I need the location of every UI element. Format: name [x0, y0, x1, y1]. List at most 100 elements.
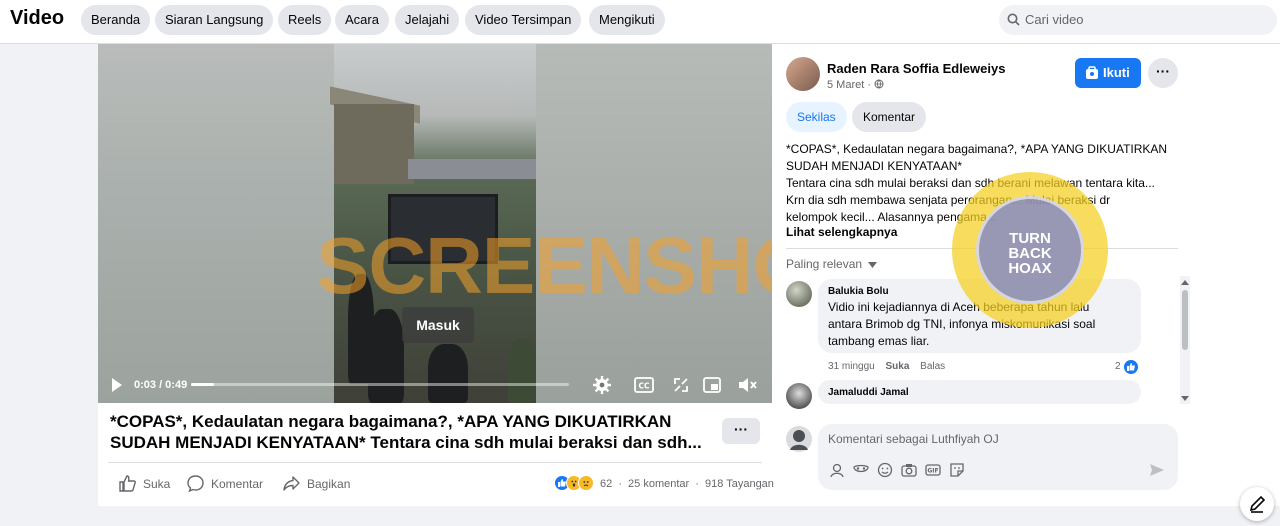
search-icon	[1007, 13, 1020, 26]
settings-icon[interactable]	[593, 376, 611, 394]
comment-input[interactable]: Komentari sebagai Luthfiyah OJ GIF	[818, 424, 1178, 490]
share-icon	[283, 476, 300, 491]
video-controls: 0:03 / 0:49 CC	[98, 370, 772, 400]
seal-line: HOAX	[1008, 260, 1052, 277]
send-icon[interactable]	[1149, 462, 1165, 478]
page-title: Video	[10, 7, 65, 29]
post-more-button[interactable]: ···	[722, 418, 760, 444]
scroll-up-icon[interactable]	[1180, 279, 1190, 285]
comment-like-button[interactable]: Suka	[885, 361, 909, 372]
author-avatar[interactable]	[786, 57, 820, 91]
truck-roof	[408, 159, 536, 179]
comment-meta: 31 minggu Suka Balas	[828, 361, 945, 372]
svg-text:CC: CC	[638, 382, 650, 391]
like-reaction-icon	[1123, 359, 1139, 375]
video-blur-left	[98, 44, 334, 403]
comment-bubble: Jamaluddi Jamal	[818, 380, 1141, 404]
comment-like-count: 2	[1115, 361, 1121, 372]
seal-text: TURN BACK HOAX	[979, 231, 1081, 276]
caret-down-icon	[868, 262, 878, 268]
description-line: SUDAH MENJADI KENYATAAN*	[786, 159, 963, 173]
comment-count[interactable]: 25 komentar	[628, 478, 689, 490]
share-label: Bagikan	[307, 477, 351, 491]
edit-icon	[1249, 495, 1266, 513]
gif-icon[interactable]: GIF	[925, 462, 941, 478]
enter-button[interactable]: Masuk	[402, 307, 474, 343]
new-message-button[interactable]	[1240, 487, 1274, 521]
play-icon[interactable]	[110, 377, 124, 393]
emoji-mask-icon[interactable]	[853, 462, 869, 478]
post-title-line: SUDAH MENJADI KENYATAAN* Tentara cina sd…	[110, 433, 702, 452]
tab-komentar[interactable]: Komentar	[852, 102, 927, 132]
comment-text-line: tambang emas liar.	[828, 334, 930, 348]
comment-button[interactable]: Komentar	[187, 475, 264, 492]
separator-dot: ·	[618, 478, 622, 490]
comment-text-line: antara Brimob dg TNI, infonya miskomunik…	[828, 317, 1096, 331]
current-user-avatar	[786, 426, 812, 452]
camera-icon[interactable]	[901, 462, 917, 478]
nav-beranda[interactable]: Beranda	[81, 5, 151, 35]
comments-scrollbar[interactable]	[1180, 276, 1190, 404]
top-bar: Video Beranda Siaran Langsung Reels Acar…	[0, 0, 1280, 44]
turnbackhoax-seal: TURN BACK HOAX	[952, 172, 1108, 328]
search-input[interactable]: Cari video	[999, 5, 1277, 35]
volume-muted-icon[interactable]	[738, 377, 758, 393]
seal-line: TURN	[1009, 230, 1051, 247]
share-button[interactable]: Bagikan	[283, 476, 350, 492]
comment-reply-button[interactable]: Balas	[920, 361, 945, 372]
svg-text:GIF: GIF	[927, 468, 938, 475]
sticker-icon[interactable]	[949, 462, 965, 478]
follow-button[interactable]: Ikuti	[1075, 58, 1141, 88]
comment-age[interactable]: 31 minggu	[828, 361, 875, 372]
post-date: 5 Maret ·	[827, 79, 884, 91]
emoji-icon[interactable]	[877, 462, 893, 478]
comment-label: Komentar	[211, 477, 264, 491]
scroll-down-icon[interactable]	[1180, 396, 1190, 402]
video-time: 0:03 / 0:49	[134, 379, 188, 391]
comment-icon	[187, 475, 204, 492]
reaction-count[interactable]: 62	[600, 478, 612, 490]
picture-in-picture-icon[interactable]	[703, 377, 721, 393]
captions-icon[interactable]: CC	[634, 377, 654, 393]
nav-jelajahi[interactable]: Jelajahi	[395, 5, 460, 35]
sort-label: Paling relevan	[786, 257, 863, 271]
comment-input-placeholder: Komentari sebagai Luthfiyah OJ	[828, 432, 999, 446]
follow-icon	[1086, 66, 1098, 79]
like-button[interactable]: Suka	[119, 475, 171, 492]
thumbs-up-icon	[119, 475, 136, 492]
seal-center: TURN BACK HOAX	[976, 196, 1084, 304]
post-title: *COPAS*, Kedaulatan negara bagaimana?, *…	[110, 411, 710, 453]
seal-line: BACK	[1008, 245, 1052, 262]
post-stats: 62 · 25 komentar · 918 Tayangan	[600, 478, 774, 490]
scrollbar-thumb[interactable]	[1182, 290, 1188, 350]
nav-siaran-langsung[interactable]: Siaran Langsung	[155, 5, 274, 35]
separator-dot: ·	[695, 478, 699, 490]
progress-bar[interactable]	[191, 383, 569, 386]
commenter-avatar[interactable]	[786, 281, 812, 307]
progress-fill	[191, 383, 215, 386]
author-name[interactable]: Raden Rara Soffia Edleweiys	[827, 61, 1005, 76]
divider	[108, 462, 762, 463]
nav-acara[interactable]: Acara	[335, 5, 389, 35]
fullscreen-icon[interactable]	[674, 378, 688, 392]
commenter-name[interactable]: Jamaluddi Jamal	[828, 386, 1131, 400]
video-player[interactable]: SCREENSHOT BY	[98, 44, 772, 403]
commenter-avatar[interactable]	[786, 383, 812, 409]
view-count: 918 Tayangan	[705, 478, 774, 490]
watermark-text: SCREENSHOT BY	[316, 221, 772, 310]
avatar-sticker-icon[interactable]	[829, 462, 845, 478]
post-title-line: *COPAS*, Kedaulatan negara bagaimana?, *…	[110, 412, 672, 431]
description-line: *COPAS*, Kedaulatan negara bagaimana?, *…	[786, 142, 1168, 156]
tab-sekilas[interactable]: Sekilas	[786, 102, 847, 132]
see-more-link[interactable]: Lihat selengkapnya	[786, 225, 897, 239]
page-bottom-strip	[0, 506, 1280, 518]
nav-reels[interactable]: Reels	[278, 5, 332, 35]
user-avatar-icon	[790, 430, 808, 450]
post-date-text[interactable]: 5 Maret ·	[827, 79, 871, 91]
like-label: Suka	[143, 477, 171, 491]
author-more-button[interactable]: ···	[1148, 58, 1178, 88]
nav-mengikuti[interactable]: Mengikuti	[589, 5, 665, 35]
comment-sort-dropdown[interactable]: Paling relevan	[786, 257, 878, 271]
globe-icon	[874, 79, 884, 89]
nav-video-tersimpan[interactable]: Video Tersimpan	[465, 5, 582, 35]
